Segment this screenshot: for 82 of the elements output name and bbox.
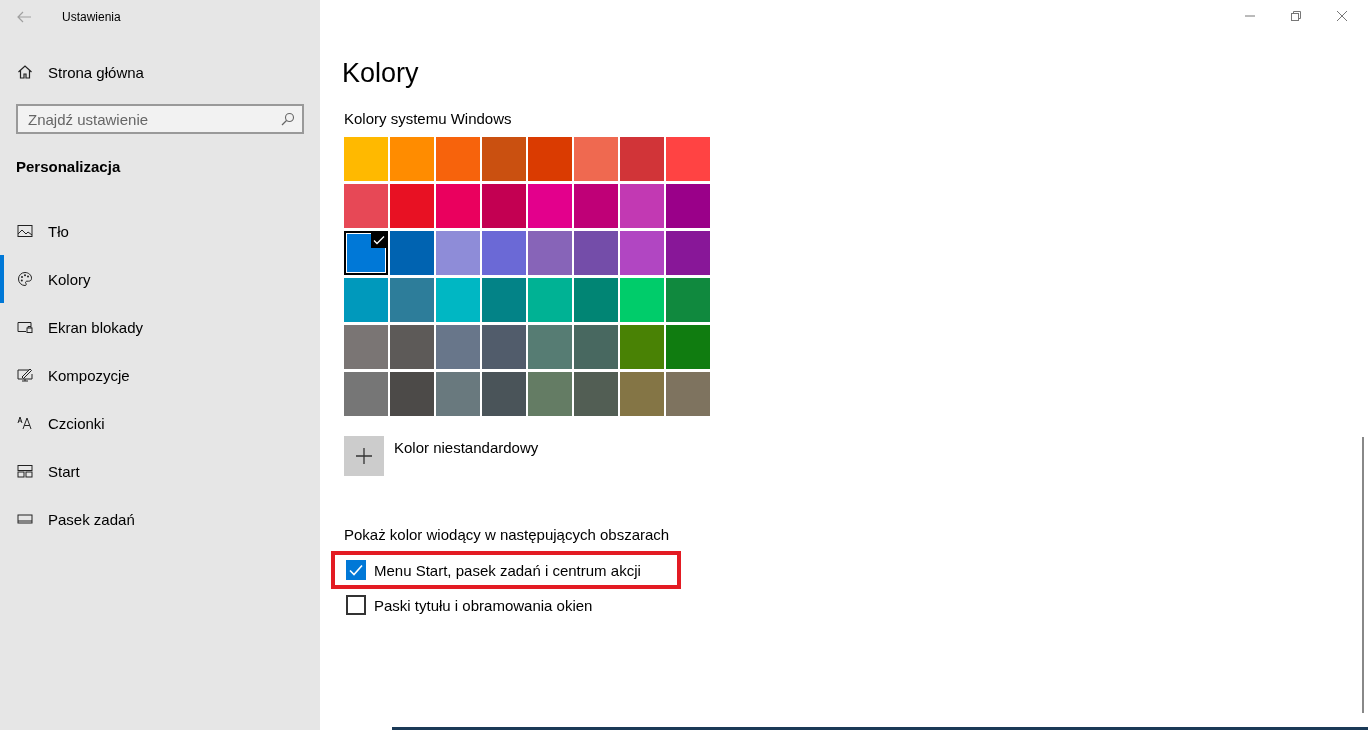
color-swatch[interactable]	[666, 372, 710, 416]
custom-color-label: Kolor niestandardowy	[394, 439, 539, 456]
nav-item[interactable]: Ekran blokady	[0, 303, 320, 351]
color-swatch[interactable]	[574, 137, 618, 181]
checkbox[interactable]: Paski tytułu i obramowania okien	[346, 595, 666, 615]
brush-monitor-icon	[17, 367, 33, 383]
search-icon	[281, 112, 295, 126]
nav-item[interactable]: Czcionki	[0, 399, 320, 447]
color-swatch[interactable]	[436, 137, 480, 181]
color-swatch[interactable]	[574, 278, 618, 322]
color-swatch[interactable]	[574, 372, 618, 416]
color-swatch[interactable]	[620, 231, 664, 275]
checkbox[interactable]: Menu Start, pasek zadań i centrum akcji	[346, 560, 666, 580]
color-swatch[interactable]	[528, 372, 572, 416]
color-swatch[interactable]	[666, 137, 710, 181]
color-swatch[interactable]	[344, 231, 388, 275]
page-title: Kolory	[342, 57, 420, 90]
checkmark-icon	[371, 232, 387, 248]
scroll-bar[interactable]	[1362, 437, 1364, 713]
color-swatch[interactable]	[344, 278, 388, 322]
color-swatch[interactable]	[344, 325, 388, 369]
home-link[interactable]: Strona główna	[17, 54, 320, 90]
color-swatch[interactable]	[344, 137, 388, 181]
color-swatch[interactable]	[436, 231, 480, 275]
color-swatch[interactable]	[574, 184, 618, 228]
color-swatch[interactable]	[620, 372, 664, 416]
color-swatch[interactable]	[482, 325, 526, 369]
color-swatch[interactable]	[666, 184, 710, 228]
color-swatch[interactable]	[390, 278, 434, 322]
plus-icon	[355, 447, 373, 465]
checkbox-box[interactable]	[346, 560, 366, 580]
color-swatch[interactable]	[528, 137, 572, 181]
window-title: Ustawienia	[62, 10, 121, 24]
color-swatch[interactable]	[482, 278, 526, 322]
color-swatch[interactable]	[344, 184, 388, 228]
close-icon[interactable]	[1336, 10, 1348, 22]
color-swatch[interactable]	[620, 325, 664, 369]
color-swatch[interactable]	[620, 278, 664, 322]
nav-item[interactable]: Kompozycje	[0, 351, 320, 399]
color-swatch[interactable]	[436, 184, 480, 228]
font-icon	[17, 416, 33, 430]
color-swatch[interactable]	[436, 372, 480, 416]
home-icon	[17, 64, 33, 80]
color-swatch[interactable]	[390, 184, 434, 228]
restore-icon[interactable]	[1290, 10, 1302, 22]
color-swatch[interactable]	[436, 325, 480, 369]
color-swatch[interactable]	[344, 372, 388, 416]
add-custom-color-button[interactable]	[344, 436, 384, 476]
color-swatch[interactable]	[390, 372, 434, 416]
color-swatch[interactable]	[482, 137, 526, 181]
search-field[interactable]: Znajdź ustawienie	[16, 104, 304, 134]
color-swatch[interactable]	[528, 184, 572, 228]
color-swatch[interactable]	[528, 325, 572, 369]
tiles-icon	[17, 464, 33, 478]
section-label: Pokaż kolor wiodący w następujących obszarach	[344, 526, 671, 543]
color-swatch[interactable]	[620, 184, 664, 228]
checkbox-box[interactable]	[346, 595, 366, 615]
color-swatch[interactable]	[436, 278, 480, 322]
nav-item[interactable]: Pasek zadań	[0, 495, 320, 543]
color-swatch[interactable]	[390, 325, 434, 369]
color-swatch[interactable]	[482, 184, 526, 228]
color-swatch[interactable]	[390, 231, 434, 275]
color-swatch[interactable]	[666, 325, 710, 369]
color-swatch[interactable]	[528, 278, 572, 322]
color-swatch[interactable]	[482, 372, 526, 416]
color-swatch[interactable]	[574, 325, 618, 369]
section-heading: Personalizacja	[16, 158, 122, 175]
color-swatch[interactable]	[390, 137, 434, 181]
palette-label: Kolory systemu Windows	[344, 110, 513, 127]
nav-item[interactable]: Tło	[0, 207, 320, 255]
color-swatch[interactable]	[574, 231, 618, 275]
nav-item[interactable]: Start	[0, 447, 320, 495]
picture-icon	[17, 224, 33, 238]
color-swatch[interactable]	[482, 231, 526, 275]
color-swatch[interactable]	[666, 278, 710, 322]
color-swatch[interactable]	[666, 231, 710, 275]
taskbar-icon	[17, 513, 33, 525]
color-swatch[interactable]	[528, 231, 572, 275]
palette-icon	[17, 271, 33, 287]
color-swatch[interactable]	[620, 137, 664, 181]
lock-screen-icon	[17, 320, 33, 334]
back-arrow-icon[interactable]	[17, 11, 31, 23]
